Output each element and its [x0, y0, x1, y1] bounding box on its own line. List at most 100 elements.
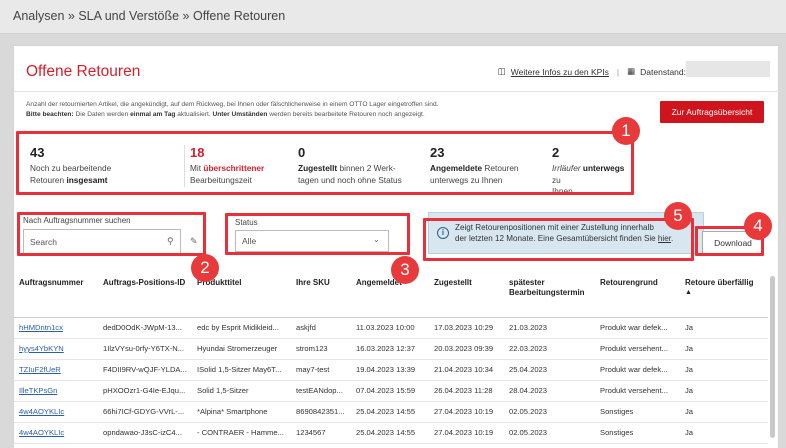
table-row[interactable]: 4w4AOYKLIc 66hi7ICf-GDYG-VVrL-... *Alpina*… [14, 401, 768, 423]
table-row[interactable]: 4w4AOYKLIc opndawao-J3sC-izC4... - CONTRAE… [14, 422, 768, 444]
page-title: Offene Retouren [26, 63, 141, 80]
datestand-label: Datenstand: [640, 66, 686, 77]
table-cell: dedD0OdK-JWpM-13... [98, 317, 192, 339]
annotation-frame-status [225, 213, 410, 255]
annotation-frame-kpis [16, 131, 634, 195]
order-overview-button[interactable]: Zur Auftragsübersicht [660, 101, 764, 123]
table-cell: Produkt war defek... [595, 359, 680, 381]
annotation-frame-info [423, 218, 694, 261]
table-cell: pHXOOzr1-G4Ie-EJqu... [98, 380, 192, 402]
annotation-badge: 4 [744, 212, 772, 240]
table-row[interactable]: hHMDntn1cx dedD0OdK-JWpM-13... edc by Espr… [14, 317, 768, 339]
table-cell: Produkt versehent... [595, 380, 680, 402]
table-cell: Sonstiges [595, 422, 680, 444]
note-text: aktualisiert. [175, 111, 213, 118]
table-cell: 26.04.2023 11:28 [429, 380, 504, 402]
column-header[interactable]: Auftrags-Positions-ID [98, 271, 192, 318]
table-cell: may7-test [291, 359, 351, 381]
column-header[interactable]: Angemeldet [351, 271, 429, 318]
table-row[interactable]: TZIuF2fUeR F4DII9RV-wQJF-YLDA... ISolid 1,… [14, 359, 768, 381]
table-cell: Ja [680, 380, 768, 402]
table-row[interactable]: IlleTKPsGn pHXOOzr1-G4Ie-EJqu... Solid 1,5… [14, 380, 768, 402]
datestand-value-redacted [686, 61, 770, 77]
table-cell: 11.03.2023 10:00 [351, 317, 429, 339]
table-cell: 1234567 [291, 422, 351, 444]
table-cell: Hyundai Stromerzeuger [192, 338, 291, 360]
table-cell: 25.04.2023 [504, 359, 595, 381]
separator: | [616, 66, 620, 77]
calendar-icon: ▦ [627, 66, 636, 76]
description: Anzahl der retournierten Artikel, die an… [26, 100, 586, 120]
kpi-info-link-group: ◫ Weitere Infos zu den KPIs | ▦ Datensta… [498, 66, 686, 77]
table-cell: 21.04.2023 10:34 [429, 359, 504, 381]
column-header[interactable]: Ihre SKU [291, 271, 351, 318]
annotation-badge: 5 [664, 202, 692, 230]
sort-ascending-icon: ▲ [685, 289, 692, 296]
table-cell: ISolid 1,5-Sitzer May6T... [192, 359, 291, 381]
table-cell: 27.04.2023 10:19 [429, 422, 504, 444]
document-icon: ◫ [497, 66, 506, 76]
scrollbar[interactable] [770, 276, 775, 438]
returns-table: Auftragsnummer Auftrags-Positions-ID Pro… [14, 271, 768, 444]
annotation-badge: 2 [191, 254, 219, 282]
table-cell: Ja [680, 338, 768, 360]
description-note: Bitte beachten: Die Daten werden einmal … [26, 110, 586, 120]
table-cell: Produkt versehent... [595, 338, 680, 360]
table-cell: strom123 [291, 338, 351, 360]
order-number-link[interactable]: hyys4YbKYN [14, 338, 98, 360]
table-cell: 16.03.2023 12:37 [351, 338, 429, 360]
table-cell: 25.04.2023 14:55 [351, 401, 429, 423]
breadcrumb: Analysen » SLA und Verstöße » Offene Ret… [13, 9, 286, 23]
order-number-link[interactable]: TZIuF2fUeR [14, 359, 98, 381]
table-cell: opndawao-J3sC-izC4... [98, 422, 192, 444]
order-number-link[interactable]: hHMDntn1cx [14, 317, 98, 339]
table-cell: Solid 1,5-Sitzer [192, 380, 291, 402]
note-bold: einmal am Tag [130, 111, 176, 118]
table-cell: edc by Esprit Midikleid... [192, 317, 291, 339]
order-number-link[interactable]: 4w4AOYKLIc [14, 401, 98, 423]
description-line1: Anzahl der retournierten Artikel, die an… [26, 101, 439, 108]
table-cell: F4DII9RV-wQJF-YLDA... [98, 359, 192, 381]
table-cell: 27.04.2023 10:19 [429, 401, 504, 423]
note-label: Bitte beachten: [26, 111, 74, 118]
annotation-badge: 1 [612, 117, 640, 145]
order-number-link[interactable]: IlleTKPsGn [14, 380, 98, 402]
note-text: werden bereits bearbeitete Retouren noch… [267, 111, 425, 118]
table-cell: testEANdop... [291, 380, 351, 402]
annotation-badge: 3 [391, 256, 419, 284]
kpi-info-link[interactable]: Weitere Infos zu den KPIs [511, 67, 609, 77]
table-cell: 20.03.2023 09:39 [429, 338, 504, 360]
table-cell: Sonstiges [595, 401, 680, 423]
annotation-frame-search [17, 212, 206, 256]
table-cell: Produkt war defek... [595, 317, 680, 339]
note-text: Die Daten werden [73, 111, 131, 118]
table-cell: Ja [680, 359, 768, 381]
column-header[interactable]: Auftragsnummer [14, 271, 98, 318]
table-header-row: Auftragsnummer Auftrags-Positions-ID Pro… [14, 271, 768, 318]
column-header[interactable]: spätester Bearbeitungstermin [504, 271, 595, 318]
table-cell: 19.04.2023 13:39 [351, 359, 429, 381]
table-cell: 66hi7ICf-GDYG-VVrL-... [98, 401, 192, 423]
column-header[interactable]: Retourengrund [595, 271, 680, 318]
table-cell: askjfd [291, 317, 351, 339]
table-row[interactable]: hyys4YbKYN 1IlzVYsu-0rfy-Y6TX-N... Hyundai… [14, 338, 768, 360]
table-cell: *Alpina* Smartphone [192, 401, 291, 423]
column-header-overdue[interactable]: Retoure überfällig ▲ [680, 271, 768, 318]
table-cell: 25.04.2023 14:55 [351, 422, 429, 444]
table-cell: Ja [680, 317, 768, 339]
table-cell: Ja [680, 401, 768, 423]
table-cell: Ja [680, 422, 768, 444]
breadcrumb-bar: Analysen » SLA und Verstöße » Offene Ret… [0, 0, 786, 34]
column-header[interactable]: Zugestellt [429, 271, 504, 318]
table-cell: 22.03.2023 [504, 338, 595, 360]
table-cell: 02.05.2023 [504, 401, 595, 423]
note-bold: Unter Umständen [212, 111, 268, 118]
table-cell: 02.05.2023 [504, 422, 595, 444]
table-cell: 1IlzVYsu-0rfy-Y6TX-N... [98, 338, 192, 360]
table-cell: 17.03.2023 10:29 [429, 317, 504, 339]
table-cell: 8690842351... [291, 401, 351, 423]
table-cell: 21.03.2023 [504, 317, 595, 339]
divider [14, 91, 780, 92]
table-cell: 28.04.2023 [504, 380, 595, 402]
order-number-link[interactable]: 4w4AOYKLIc [14, 422, 98, 444]
